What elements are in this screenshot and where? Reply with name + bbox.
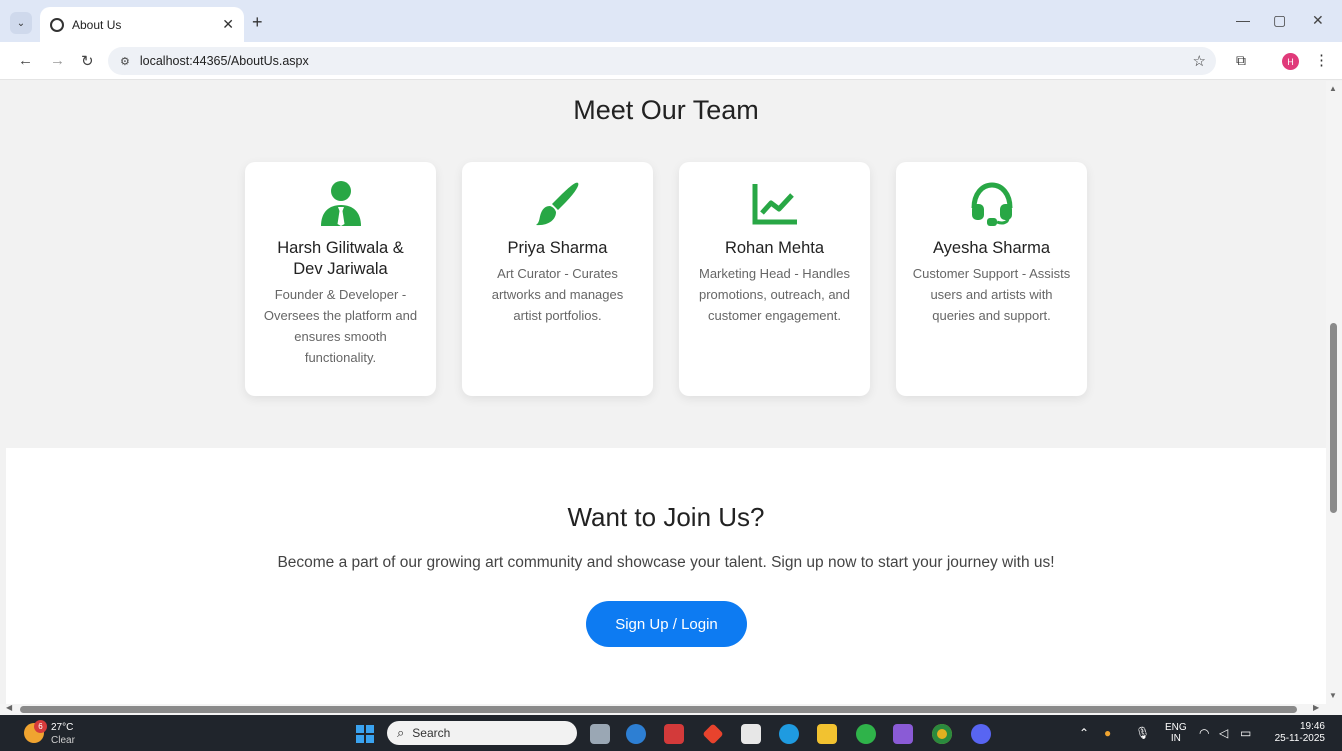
- reload-icon[interactable]: ↻: [81, 52, 94, 70]
- team-card: Priya Sharma Art Curator - Curates artwo…: [462, 162, 653, 396]
- member-role: Marketing Head - Handles promotions, out…: [698, 266, 851, 323]
- discord-icon[interactable]: [971, 724, 991, 744]
- language-indicator[interactable]: ENG IN: [1165, 722, 1187, 744]
- member-name: Ayesha Sharma: [932, 239, 1051, 257]
- edge-icon[interactable]: [779, 724, 799, 744]
- extensions-icon[interactable]: ⧉: [1236, 52, 1246, 69]
- signup-login-button[interactable]: Sign Up / Login: [586, 601, 747, 647]
- team-card: Ayesha Sharma Customer Support - Assists…: [896, 162, 1087, 396]
- member-name: Harsh Gilitwala & Dev Jariwala: [277, 239, 404, 278]
- user-tie-icon: [245, 178, 436, 230]
- visual-studio-icon[interactable]: [893, 724, 913, 744]
- headset-icon: [896, 178, 1087, 230]
- member-role: Founder & Developer - Oversees the platf…: [263, 287, 418, 365]
- mcafee-icon[interactable]: [664, 724, 684, 744]
- browser-toolbar: ← → ↻ ⚙ localhost:44365/AboutUs.aspx ☆ ⧉…: [0, 42, 1342, 80]
- battery-icon[interactable]: ▭: [1240, 726, 1251, 740]
- vertical-scrollbar[interactable]: ▲ ▼: [1326, 81, 1342, 704]
- search-icon: ⌕: [397, 725, 405, 740]
- taskbar-search-label: Search: [412, 726, 451, 740]
- horizontal-scroll-thumb[interactable]: [20, 706, 1297, 713]
- bookmark-star-icon[interactable]: ☆: [1193, 52, 1206, 70]
- wifi-icon[interactable]: ◠: [1199, 726, 1209, 740]
- windows-start-icon[interactable]: [356, 725, 374, 743]
- tray-overflow-icon[interactable]: ⌃: [1079, 726, 1089, 740]
- member-role: Art Curator - Curates artworks and manag…: [491, 266, 624, 323]
- restore-button[interactable]: ▢: [1273, 12, 1286, 29]
- team-section: Meet Our Team Harsh Gilitwala & Dev Jari…: [6, 81, 1326, 448]
- horizontal-scrollbar[interactable]: ◀ ▶: [0, 703, 1342, 715]
- team-card: Rohan Mehta Marketing Head - Handles pro…: [679, 162, 870, 396]
- tab-title: About Us: [72, 17, 122, 32]
- vertical-scroll-thumb[interactable]: [1330, 323, 1337, 513]
- file-explorer-icon[interactable]: [817, 724, 837, 744]
- clock-date: 25-11-2025: [1274, 733, 1325, 744]
- scroll-right-icon[interactable]: ▶: [1313, 703, 1319, 712]
- member-name: Priya Sharma: [507, 239, 608, 257]
- taskbar-search[interactable]: ⌕ Search: [387, 721, 577, 745]
- profile-avatar[interactable]: H: [1282, 53, 1299, 70]
- paint-brush-icon: [462, 178, 653, 230]
- chrome-icon[interactable]: [932, 724, 952, 744]
- scroll-down-icon[interactable]: ▼: [1329, 691, 1337, 700]
- team-card: Harsh Gilitwala & Dev Jariwala Founder &…: [245, 162, 436, 396]
- tab-about-us[interactable]: About Us ✕: [40, 7, 244, 42]
- address-bar[interactable]: ⚙ localhost:44365/AboutUs.aspx ☆: [108, 47, 1216, 75]
- join-title: Want to Join Us?: [567, 502, 765, 532]
- minimize-button[interactable]: —: [1236, 12, 1250, 28]
- tray-app-icon[interactable]: ●: [1104, 726, 1111, 740]
- tab-close-icon[interactable]: ✕: [222, 16, 234, 33]
- member-name: Rohan Mehta: [724, 239, 825, 257]
- tab-strip: ⌄ About Us ✕ + — ▢ ✕: [0, 0, 1342, 42]
- page-content: Meet Our Team Harsh Gilitwala & Dev Jari…: [6, 81, 1326, 704]
- member-role: Customer Support - Assists users and art…: [912, 266, 1071, 323]
- git-icon[interactable]: [702, 723, 724, 745]
- store-icon[interactable]: [741, 724, 761, 744]
- browser-menu-icon[interactable]: ⋮: [1314, 51, 1329, 69]
- back-arrow-icon[interactable]: ←: [18, 52, 33, 69]
- line-chart-icon: [679, 178, 870, 230]
- globe-icon: [50, 17, 64, 32]
- tab-search-button[interactable]: ⌄: [10, 12, 32, 34]
- url-text: localhost:44365/AboutUs.aspx: [139, 54, 309, 68]
- clock-time: 19:46: [1299, 721, 1325, 732]
- site-info-icon[interactable]: ⚙: [120, 55, 130, 68]
- language-code: ENG: [1165, 722, 1187, 733]
- taskbar: 6 27°C Clear ⌕ Search ⌃ ● 🎙 ENG IN ◠ ◁ ▭…: [0, 715, 1342, 751]
- join-description: Become a part of our growing art communi…: [277, 554, 1055, 571]
- forward-arrow-icon[interactable]: →: [50, 52, 65, 69]
- copilot-icon[interactable]: [626, 724, 646, 744]
- scroll-up-icon[interactable]: ▲: [1329, 84, 1337, 93]
- weather-badge: 6: [34, 720, 47, 733]
- system-clock[interactable]: 19:46 25-11-2025: [1270, 721, 1325, 745]
- weather-condition: Clear: [51, 735, 75, 746]
- team-title: Meet Our Team: [573, 95, 759, 125]
- weather-temperature: 27°C: [51, 722, 74, 733]
- close-window-button[interactable]: ✕: [1312, 12, 1324, 29]
- chevron-down-icon: ⌄: [16, 17, 26, 29]
- scroll-left-icon[interactable]: ◀: [6, 703, 12, 712]
- whatsapp-icon[interactable]: [856, 724, 876, 744]
- volume-icon[interactable]: ◁: [1219, 726, 1228, 740]
- task-view-icon[interactable]: [590, 724, 610, 744]
- new-tab-button[interactable]: +: [252, 12, 263, 33]
- region-code: IN: [1170, 733, 1181, 744]
- microphone-icon[interactable]: 🎙: [1135, 726, 1150, 740]
